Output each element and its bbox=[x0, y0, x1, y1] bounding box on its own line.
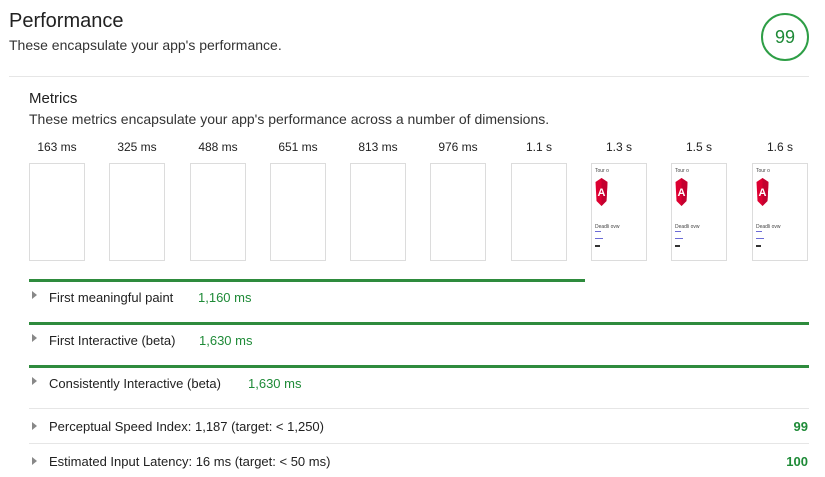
expand-arrow-icon[interactable] bbox=[32, 377, 37, 385]
filmstrip-timestamp: 1.5 s bbox=[685, 140, 712, 154]
audit-score: 99 bbox=[793, 419, 808, 434]
audit-label: Estimated Input Latency: 16 ms (target: … bbox=[49, 454, 331, 469]
thumb-line bbox=[595, 231, 601, 232]
audit-divider bbox=[29, 408, 809, 409]
audit-score: 100 bbox=[786, 454, 808, 469]
first-interactive-bar bbox=[29, 322, 809, 325]
thumb-line bbox=[756, 245, 761, 247]
thumb-body-text: Deadli ovw bbox=[595, 224, 620, 230]
thumb-line bbox=[675, 231, 681, 232]
filmstrip-timestamp: 163 ms bbox=[37, 140, 77, 154]
thumb-body-text: Deadli ovw bbox=[756, 224, 781, 230]
filmstrip-timestamp: 813 ms bbox=[358, 140, 398, 154]
filmstrip-frame-blank bbox=[511, 163, 567, 261]
filmstrip-frame-rendered: Tour o A Deadli ovw bbox=[591, 163, 647, 261]
angular-logo-icon: A bbox=[595, 178, 608, 206]
filmstrip-timestamp: 1.6 s bbox=[766, 140, 793, 154]
filmstrip-frame-blank bbox=[350, 163, 406, 261]
filmstrip-frame-blank bbox=[109, 163, 165, 261]
thumb-line bbox=[756, 231, 762, 232]
audit-label: Consistently Interactive (beta) bbox=[49, 376, 221, 391]
performance-score-gauge: 99 bbox=[761, 13, 809, 61]
filmstrip-frame-blank bbox=[430, 163, 486, 261]
thumb-line bbox=[595, 245, 600, 247]
audit-label: Perceptual Speed Index: 1,187 (target: <… bbox=[49, 419, 324, 434]
filmstrip-frame-blank bbox=[190, 163, 246, 261]
filmstrip-timestamp: 1.3 s bbox=[605, 140, 632, 154]
thumb-line bbox=[675, 245, 680, 247]
performance-description: These encapsulate your app's performance… bbox=[9, 37, 282, 53]
expand-arrow-icon[interactable] bbox=[32, 291, 37, 299]
thumb-line bbox=[595, 238, 603, 239]
filmstrip-timestamp: 976 ms bbox=[438, 140, 478, 154]
filmstrip-frame-rendered: Tour o A Deadli ovw bbox=[752, 163, 808, 261]
metrics-description: These metrics encapsulate your app's per… bbox=[29, 111, 550, 127]
first-meaningful-paint-bar bbox=[29, 279, 585, 282]
audit-value: 1,160 ms bbox=[198, 290, 252, 305]
thumb-line bbox=[756, 238, 764, 239]
filmstrip-timestamp: 325 ms bbox=[117, 140, 157, 154]
filmstrip-frame-blank bbox=[29, 163, 85, 261]
svg-text:A: A bbox=[759, 187, 767, 199]
thumb-header-text: Tour o bbox=[756, 168, 770, 174]
angular-logo-icon: A bbox=[675, 178, 688, 206]
filmstrip-timestamp: 651 ms bbox=[278, 140, 318, 154]
expand-arrow-icon[interactable] bbox=[32, 422, 37, 430]
audit-label: First meaningful paint bbox=[49, 290, 174, 305]
header-divider bbox=[9, 76, 809, 77]
thumb-body-text: Deadli ovw bbox=[675, 224, 700, 230]
thumb-header-text: Tour o bbox=[595, 168, 609, 174]
svg-text:A: A bbox=[678, 187, 686, 199]
audit-divider bbox=[29, 443, 809, 444]
filmstrip-timestamp: 488 ms bbox=[198, 140, 238, 154]
angular-logo-icon: A bbox=[756, 178, 769, 206]
filmstrip-frame-rendered: Tour o A Deadli ovw bbox=[671, 163, 727, 261]
performance-score: 99 bbox=[774, 26, 796, 47]
audit-value: 1,630 ms bbox=[199, 333, 253, 348]
thumb-line bbox=[675, 238, 683, 239]
filmstrip-frame-blank bbox=[270, 163, 326, 261]
consistently-interactive-bar bbox=[29, 365, 809, 368]
audit-value: 1,630 ms bbox=[248, 376, 302, 391]
performance-title: Performance bbox=[9, 10, 124, 32]
expand-arrow-icon[interactable] bbox=[32, 457, 37, 465]
filmstrip-timestamp: 1.1 s bbox=[525, 140, 552, 154]
expand-arrow-icon[interactable] bbox=[32, 334, 37, 342]
svg-text:A: A bbox=[598, 187, 606, 199]
thumb-header-text: Tour o bbox=[675, 168, 689, 174]
metrics-title: Metrics bbox=[29, 90, 78, 107]
audit-label: First Interactive (beta) bbox=[49, 333, 176, 348]
